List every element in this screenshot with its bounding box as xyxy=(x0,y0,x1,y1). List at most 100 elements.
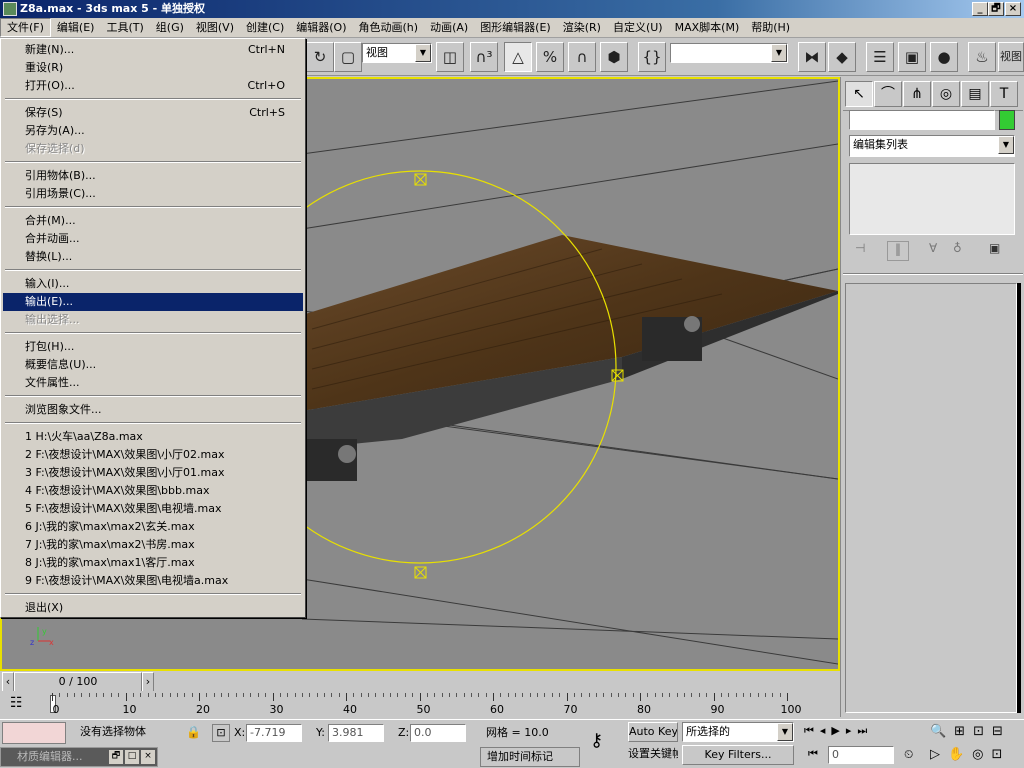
key-filters-button[interactable]: Key Filters... xyxy=(682,745,794,765)
menu-6[interactable]: 编辑器(O) xyxy=(290,18,352,37)
pivot-center-icon[interactable]: ◫ xyxy=(436,42,464,72)
file-menu-item[interactable]: 3 F:\夜想设计\MAX\效果图\小厅01.max xyxy=(3,464,303,482)
chevron-down-icon[interactable]: ▼ xyxy=(777,723,793,741)
menu-1[interactable]: 编辑(E) xyxy=(51,18,101,37)
prev-frame-icon[interactable]: ‹ xyxy=(2,672,14,692)
mirror-icon[interactable]: ⧓ xyxy=(798,42,826,72)
create-tab-icon[interactable]: ↖ xyxy=(845,81,873,107)
file-menu-item[interactable]: 新建(N)... Ctrl+N xyxy=(3,41,303,59)
file-menu-item[interactable]: 6 J:\我的家\max\max2\玄关.max xyxy=(3,518,303,536)
chevron-down-icon[interactable]: ▼ xyxy=(771,44,787,62)
auto-key-button[interactable]: Auto Key xyxy=(628,722,678,742)
time-config-icon[interactable]: ⏲ xyxy=(904,747,913,762)
file-menu-item[interactable]: 保存(S) Ctrl+S xyxy=(3,104,303,122)
file-menu-item[interactable]: 2 F:\夜想设计\MAX\效果图\小厅02.max xyxy=(3,446,303,464)
make-unique-icon[interactable]: ∀ xyxy=(929,241,937,255)
remove-modifier-icon[interactable]: ♁ xyxy=(953,241,962,255)
undo-icon[interactable]: ↻ xyxy=(306,42,334,72)
menu-10[interactable]: 渲染(R) xyxy=(557,18,607,37)
menu-9[interactable]: 图形编辑器(E) xyxy=(474,18,557,37)
file-menu-item[interactable]: 1 H:\火车\aa\Z8a.max xyxy=(3,428,303,446)
modifier-stack-list[interactable] xyxy=(849,163,1015,235)
display-tab-icon[interactable]: ▤ xyxy=(961,81,989,107)
utilities-tab-icon[interactable]: T xyxy=(990,81,1018,107)
menu-5[interactable]: 创建(C) xyxy=(240,18,290,37)
file-menu-item[interactable]: 9 F:\夜想设计\MAX\效果图\电视墙a.max xyxy=(3,572,303,590)
restore-button[interactable]: 🗗 xyxy=(988,2,1004,16)
named-selection-icon[interactable]: ⬢ xyxy=(600,42,628,72)
menu-12[interactable]: MAX脚本(M) xyxy=(669,18,746,37)
render-view-label[interactable]: 视图 xyxy=(998,42,1024,72)
viewport-nav-top[interactable]: 🔍⊞⊡⊟ xyxy=(930,724,1011,739)
motion-tab-icon[interactable]: ◎ xyxy=(932,81,960,107)
edit-named-sel-icon[interactable]: {} xyxy=(638,42,666,72)
modifier-list-combo[interactable]: 编辑集列表 ▼ xyxy=(849,135,1015,157)
menu-7[interactable]: 角色动画(h) xyxy=(353,18,425,37)
playback-controls[interactable]: ⏮◂▶▸⏭ xyxy=(804,724,873,738)
key-mode-icon[interactable]: ⏮ xyxy=(808,747,818,761)
named-selection-combo[interactable]: ▼ xyxy=(670,43,788,63)
menu-13[interactable]: 帮助(H) xyxy=(745,18,796,37)
close-button[interactable]: × xyxy=(1005,2,1021,16)
add-time-tag-button[interactable]: 增加时间标记 xyxy=(480,747,580,767)
maximize-icon[interactable]: □ xyxy=(125,750,139,764)
selected-set-combo[interactable]: 所选择的 ▼ xyxy=(682,722,794,742)
menu-2[interactable]: 工具(T) xyxy=(100,18,149,37)
configure-sets-icon[interactable]: ▣ xyxy=(989,241,1000,255)
snap-3d-icon[interactable]: ∩³ xyxy=(470,42,498,72)
select-region-icon[interactable]: ▢ xyxy=(334,42,362,72)
viewport-nav-bottom[interactable]: ▷✋◎⊡ xyxy=(930,747,1010,762)
hierarchy-tab-icon[interactable]: ⋔ xyxy=(903,81,931,107)
restore-icon[interactable]: 🗗 xyxy=(109,750,123,764)
track-bar[interactable]: ☷ 0 10 20 30 40 50 60 70 80 90 100 xyxy=(0,691,840,719)
chevron-down-icon[interactable]: ▼ xyxy=(998,136,1014,154)
file-menu-item[interactable]: 4 F:\夜想设计\MAX\效果图\bbb.max xyxy=(3,482,303,500)
y-coordinate-field[interactable]: 3.981 xyxy=(328,724,384,742)
file-menu-item[interactable]: 退出(X) xyxy=(3,599,303,617)
file-menu-item[interactable]: 合并(M)... xyxy=(3,212,303,230)
menu-8[interactable]: 动画(A) xyxy=(424,18,474,37)
x-coordinate-field[interactable]: -7.719 xyxy=(246,724,302,742)
material-editor-icon[interactable]: ● xyxy=(930,42,958,72)
render-teapot-icon[interactable]: ♨ xyxy=(968,42,996,72)
file-menu-item[interactable]: 引用场景(C)... xyxy=(3,185,303,203)
menu-11[interactable]: 自定义(U) xyxy=(607,18,669,37)
reference-coord-combo[interactable]: 视图 ▼ xyxy=(362,43,432,63)
track-view-icon[interactable]: ☰ xyxy=(866,42,894,72)
file-menu-item[interactable]: 输入(I)... xyxy=(3,275,303,293)
chevron-down-icon[interactable]: ▼ xyxy=(415,44,431,62)
absolute-mode-icon[interactable]: ⊡ xyxy=(212,724,230,742)
next-frame-icon[interactable]: › xyxy=(142,672,154,692)
file-menu-item[interactable]: 引用物体(B)... xyxy=(3,167,303,185)
file-menu-item[interactable]: 替换(L)... xyxy=(3,248,303,266)
percent-snap-icon[interactable]: % xyxy=(536,42,564,72)
spinner-snap-icon[interactable]: ∩ xyxy=(568,42,596,72)
modify-tab-icon[interactable]: ⌒ xyxy=(874,81,902,107)
material-editor-minimized[interactable]: 材质编辑器... 🗗 □ × xyxy=(0,747,158,767)
z-coordinate-field[interactable]: 0.0 xyxy=(410,724,466,742)
menu-0[interactable]: 文件(F) xyxy=(0,18,51,37)
file-menu-item[interactable]: 重设(R) xyxy=(3,59,303,77)
file-menu-item[interactable]: 合并动画... xyxy=(3,230,303,248)
lock-selection-icon[interactable]: 🔒 xyxy=(186,725,201,739)
set-key-icon[interactable]: ⚷ xyxy=(590,730,603,751)
pin-stack-icon[interactable]: ⊣ xyxy=(855,241,865,255)
file-menu-item[interactable]: 概要信息(U)... xyxy=(3,356,303,374)
minimize-button[interactable]: _ xyxy=(972,2,988,16)
align-icon[interactable]: ◆ xyxy=(828,42,856,72)
schematic-icon[interactable]: ▣ xyxy=(898,42,926,72)
time-slider[interactable]: 0 / 100 xyxy=(14,672,142,692)
file-menu-item[interactable]: 浏览图象文件... xyxy=(3,401,303,419)
menu-4[interactable]: 视图(V) xyxy=(190,18,240,37)
show-end-result-icon[interactable]: ‖ xyxy=(887,241,909,261)
file-menu-item[interactable]: 8 J:\我的家\max\max1\客厅.max xyxy=(3,554,303,572)
maxscript-listener-area[interactable] xyxy=(2,722,66,744)
file-menu-item[interactable]: 输出(E)... xyxy=(3,293,303,311)
panel-scrollbar[interactable] xyxy=(1017,283,1021,713)
current-frame-field[interactable]: 0 xyxy=(828,746,894,764)
angle-snap-icon[interactable]: △ xyxy=(504,42,532,72)
file-menu-item[interactable]: 5 F:\夜想设计\MAX\效果图\电视墙.max xyxy=(3,500,303,518)
file-menu-item[interactable]: 7 J:\我的家\max\max2\书房.max xyxy=(3,536,303,554)
object-color-swatch[interactable] xyxy=(999,110,1015,130)
object-name-field[interactable] xyxy=(849,110,995,130)
